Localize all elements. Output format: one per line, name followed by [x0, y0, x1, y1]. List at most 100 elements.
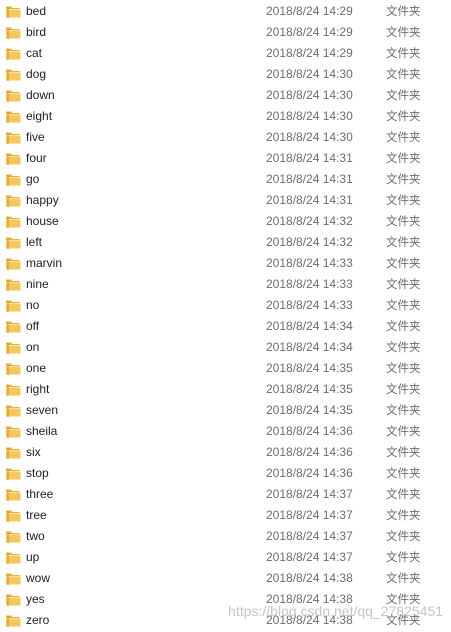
file-name[interactable]: six [26, 442, 41, 463]
file-date-modified: 2018/8/24 14:29 [266, 4, 353, 18]
folder-icon [6, 90, 21, 102]
file-type: 文件夹 [386, 298, 421, 312]
file-date-modified: 2018/8/24 14:37 [266, 529, 353, 543]
file-date-modified: 2018/8/24 14:29 [266, 46, 353, 60]
file-type: 文件夹 [386, 508, 421, 522]
file-name[interactable]: no [26, 295, 39, 316]
file-type: 文件夹 [386, 4, 421, 18]
file-name[interactable]: on [26, 337, 39, 358]
folder-icon [6, 153, 21, 165]
file-row[interactable]: wow 2018/8/24 14:38 文件夹 [0, 568, 451, 589]
file-name[interactable]: up [26, 547, 39, 568]
file-date-modified: 2018/8/24 14:29 [266, 25, 353, 39]
file-date-modified: 2018/8/24 14:33 [266, 277, 353, 291]
file-row[interactable]: off 2018/8/24 14:34 文件夹 [0, 316, 451, 337]
folder-icon [6, 48, 21, 60]
file-type: 文件夹 [386, 214, 421, 228]
file-name[interactable]: dog [26, 64, 46, 85]
folder-icon [6, 237, 21, 249]
file-date-modified: 2018/8/24 14:30 [266, 130, 353, 144]
folder-icon [6, 489, 21, 501]
file-name[interactable]: four [26, 148, 47, 169]
file-row[interactable]: eight 2018/8/24 14:30 文件夹 [0, 106, 451, 127]
file-row[interactable]: one 2018/8/24 14:35 文件夹 [0, 358, 451, 379]
file-date-modified: 2018/8/24 14:37 [266, 550, 353, 564]
file-date-modified: 2018/8/24 14:36 [266, 445, 353, 459]
file-row[interactable]: five 2018/8/24 14:30 文件夹 [0, 127, 451, 148]
file-row[interactable]: two 2018/8/24 14:37 文件夹 [0, 526, 451, 547]
file-name[interactable]: zero [26, 610, 49, 631]
file-row[interactable]: six 2018/8/24 14:36 文件夹 [0, 442, 451, 463]
file-type: 文件夹 [386, 277, 421, 291]
file-type: 文件夹 [386, 193, 421, 207]
file-date-modified: 2018/8/24 14:35 [266, 361, 353, 375]
file-name[interactable]: marvin [26, 253, 62, 274]
folder-icon [6, 27, 21, 39]
file-name[interactable]: happy [26, 190, 59, 211]
file-name[interactable]: off [26, 316, 39, 337]
folder-icon [6, 552, 21, 564]
file-name[interactable]: tree [26, 505, 47, 526]
file-row[interactable]: bird 2018/8/24 14:29 文件夹 [0, 22, 451, 43]
file-name[interactable]: five [26, 127, 45, 148]
file-name[interactable]: seven [26, 400, 58, 421]
file-row[interactable]: three 2018/8/24 14:37 文件夹 [0, 484, 451, 505]
file-row[interactable]: down 2018/8/24 14:30 文件夹 [0, 85, 451, 106]
file-row[interactable]: nine 2018/8/24 14:33 文件夹 [0, 274, 451, 295]
file-row[interactable]: right 2018/8/24 14:35 文件夹 [0, 379, 451, 400]
file-row[interactable]: no 2018/8/24 14:33 文件夹 [0, 295, 451, 316]
folder-icon [6, 426, 21, 438]
file-name[interactable]: nine [26, 274, 49, 295]
file-date-modified: 2018/8/24 14:33 [266, 298, 353, 312]
folder-icon [6, 174, 21, 186]
folder-icon [6, 321, 21, 333]
file-row[interactable]: on 2018/8/24 14:34 文件夹 [0, 337, 451, 358]
file-row[interactable]: left 2018/8/24 14:32 文件夹 [0, 232, 451, 253]
file-date-modified: 2018/8/24 14:30 [266, 109, 353, 123]
file-row[interactable]: house 2018/8/24 14:32 文件夹 [0, 211, 451, 232]
file-name[interactable]: house [26, 211, 59, 232]
file-name[interactable]: down [26, 85, 55, 106]
file-row[interactable]: up 2018/8/24 14:37 文件夹 [0, 547, 451, 568]
file-name[interactable]: right [26, 379, 49, 400]
folder-icon [6, 216, 21, 228]
file-name[interactable]: eight [26, 106, 52, 127]
file-row[interactable]: four 2018/8/24 14:31 文件夹 [0, 148, 451, 169]
file-row[interactable]: cat 2018/8/24 14:29 文件夹 [0, 43, 451, 64]
file-name[interactable]: three [26, 484, 53, 505]
folder-icon [6, 573, 21, 585]
file-name[interactable]: yes [26, 589, 45, 610]
file-name[interactable]: left [26, 232, 42, 253]
file-type: 文件夹 [386, 382, 421, 396]
file-name[interactable]: two [26, 526, 45, 547]
file-row[interactable]: sheila 2018/8/24 14:36 文件夹 [0, 421, 451, 442]
file-date-modified: 2018/8/24 14:30 [266, 88, 353, 102]
folder-icon [6, 531, 21, 543]
file-row[interactable]: stop 2018/8/24 14:36 文件夹 [0, 463, 451, 484]
file-row[interactable]: seven 2018/8/24 14:35 文件夹 [0, 400, 451, 421]
folder-icon [6, 300, 21, 312]
file-date-modified: 2018/8/24 14:36 [266, 466, 353, 480]
file-name[interactable]: sheila [26, 421, 57, 442]
file-row[interactable]: bed 2018/8/24 14:29 文件夹 [0, 1, 451, 22]
folder-icon [6, 111, 21, 123]
file-date-modified: 2018/8/24 14:31 [266, 151, 353, 165]
file-name[interactable]: cat [26, 43, 42, 64]
file-name[interactable]: stop [26, 463, 49, 484]
file-name[interactable]: go [26, 169, 39, 190]
file-name[interactable]: bed [26, 1, 46, 22]
file-name[interactable]: wow [26, 568, 50, 589]
folder-icon [6, 363, 21, 375]
file-row[interactable]: dog 2018/8/24 14:30 文件夹 [0, 64, 451, 85]
file-name[interactable]: bird [26, 22, 46, 43]
file-type: 文件夹 [386, 319, 421, 333]
file-row[interactable]: marvin 2018/8/24 14:33 文件夹 [0, 253, 451, 274]
file-row[interactable]: happy 2018/8/24 14:31 文件夹 [0, 190, 451, 211]
file-row[interactable]: tree 2018/8/24 14:37 文件夹 [0, 505, 451, 526]
file-row[interactable]: go 2018/8/24 14:31 文件夹 [0, 169, 451, 190]
folder-icon [6, 279, 21, 291]
file-type: 文件夹 [386, 46, 421, 60]
file-name[interactable]: one [26, 358, 46, 379]
file-date-modified: 2018/8/24 14:32 [266, 235, 353, 249]
file-date-modified: 2018/8/24 14:31 [266, 172, 353, 186]
